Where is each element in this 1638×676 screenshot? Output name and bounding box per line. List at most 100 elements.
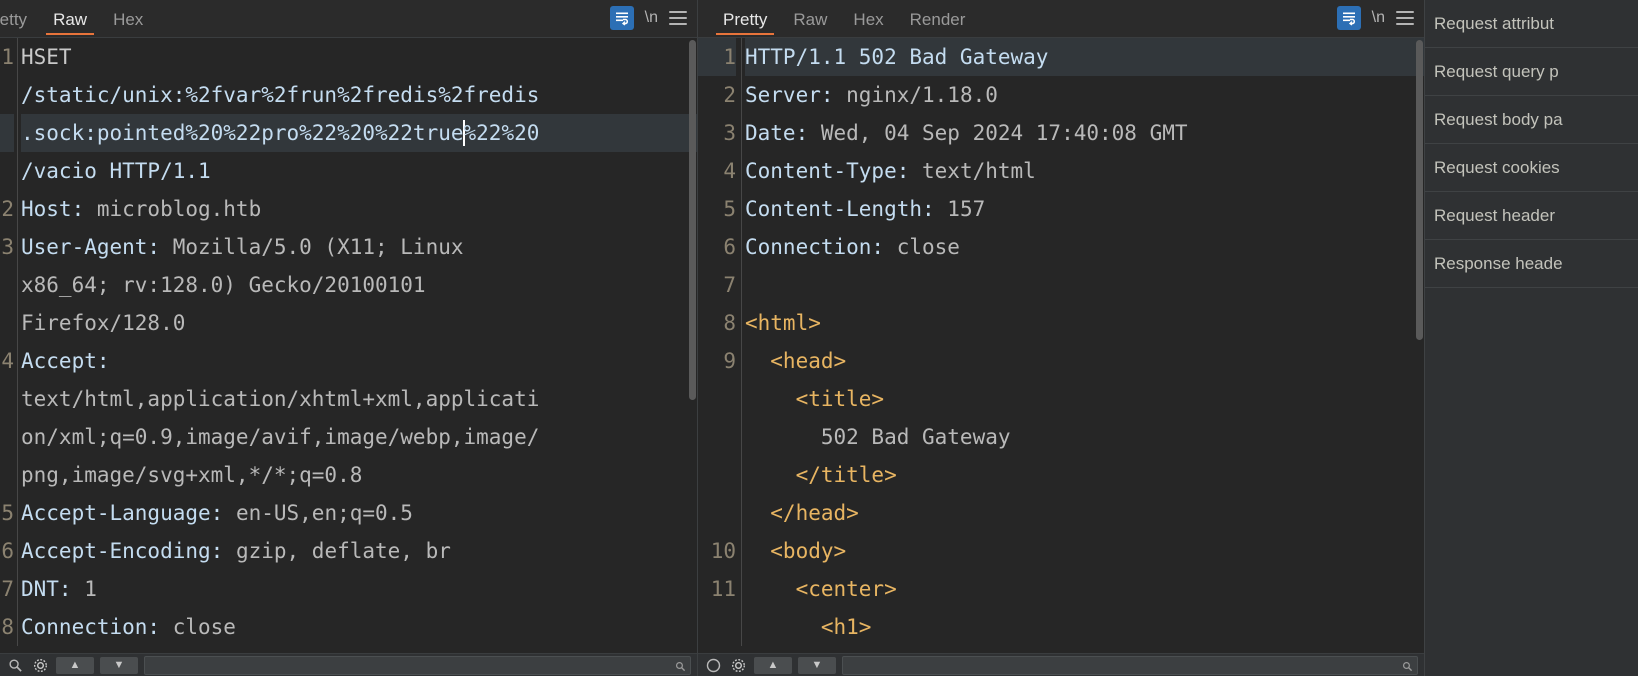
- request-line-numbers: 1 2 3 4 5 6 7 8: [0, 38, 17, 653]
- code-line[interactable]: Connection: close: [745, 228, 1424, 266]
- code-line[interactable]: .sock:pointed%20%22pro%22%20%22true%22%2…: [21, 114, 697, 152]
- search-next-button[interactable]: ▼: [798, 656, 836, 674]
- code-segment: User-Agent:: [21, 235, 173, 259]
- code-line[interactable]: 502 Bad Gateway: [745, 418, 1424, 456]
- search-input[interactable]: [144, 655, 691, 675]
- tab-pretty[interactable]: Pretty: [710, 11, 780, 37]
- code-line[interactable]: Firefox/128.0: [21, 304, 697, 342]
- line-number: [698, 418, 736, 456]
- line-number: 8: [723, 311, 736, 335]
- code-line[interactable]: <h1>: [745, 608, 1424, 646]
- code-line[interactable]: </head>: [745, 494, 1424, 532]
- code-segment: </title>: [745, 463, 897, 487]
- code-line[interactable]: <head>: [745, 342, 1424, 380]
- line-number: [0, 456, 14, 494]
- line-number: 5: [723, 197, 736, 221]
- search-prev-button[interactable]: ▲: [754, 656, 792, 674]
- inspector-section-request-body-parameters[interactable]: Request body pa: [1425, 96, 1638, 144]
- search-next-button[interactable]: ▼: [100, 656, 138, 674]
- request-vertical-scrollbar[interactable]: [688, 38, 697, 653]
- search-input[interactable]: [842, 655, 1418, 675]
- code-line[interactable]: /static/unix:%2fvar%2frun%2fredis%2fredi…: [21, 76, 697, 114]
- code-line[interactable]: text/html,application/xhtml+xml,applicat…: [21, 380, 697, 418]
- code-line[interactable]: Server: nginx/1.18.0: [745, 76, 1424, 114]
- response-tabstrip-actions: \n: [1336, 6, 1424, 37]
- tab-raw[interactable]: Raw: [780, 11, 840, 37]
- line-number: 6: [723, 235, 736, 259]
- code-line[interactable]: <body>: [745, 532, 1424, 570]
- gear-icon[interactable]: [729, 656, 748, 675]
- magnifier-icon[interactable]: [6, 656, 25, 675]
- response-tabstrip: Pretty Raw Hex Render \n: [698, 0, 1424, 38]
- code-line[interactable]: <html>: [745, 304, 1424, 342]
- code-segment: nginx/1.18.0: [846, 83, 998, 107]
- burp-message-editor: retty Raw Hex \n: [0, 0, 1638, 676]
- code-segment: </head>: [745, 501, 859, 525]
- code-line[interactable]: HSET: [21, 38, 697, 76]
- search-prev-button[interactable]: ▲: [56, 656, 94, 674]
- inspector-section-response-headers[interactable]: Response heade: [1425, 240, 1638, 288]
- response-code[interactable]: HTTP/1.1 502 Bad Gateway Server: nginx/1.…: [741, 38, 1424, 646]
- code-line[interactable]: Accept:: [21, 342, 697, 380]
- code-line[interactable]: Accept-Language: en-US,en;q=0.5: [21, 494, 697, 532]
- request-editor[interactable]: 1 2 3 4 5 6 7 8 HSET/static/unix:%2fvar%2fru…: [0, 38, 697, 653]
- request-search-bar: ▲ ▼: [0, 653, 697, 676]
- code-line[interactable]: Content-Length: 157: [745, 190, 1424, 228]
- line-number: 8: [1, 615, 14, 639]
- gear-icon[interactable]: [31, 656, 50, 675]
- code-segment: /vacio HTTP/1.1: [21, 159, 211, 183]
- code-line[interactable]: Connection: close: [21, 608, 697, 646]
- code-line[interactable]: <title>: [745, 380, 1424, 418]
- response-panel: Pretty Raw Hex Render \n 1 2 3 4 5 6 7 8…: [697, 0, 1424, 676]
- code-segment: Server:: [745, 83, 847, 107]
- code-line[interactable]: <center>: [745, 570, 1424, 608]
- code-segment: <html>: [745, 311, 821, 335]
- code-line[interactable]: Date: Wed, 04 Sep 2024 17:40:08 GMT: [745, 114, 1424, 152]
- code-segment: x86_64; rv:128.0) Gecko/20100101: [21, 273, 426, 297]
- hamburger-menu-icon[interactable]: [1396, 11, 1414, 25]
- newline-toggle[interactable]: \n: [1372, 9, 1385, 27]
- response-vertical-scrollbar[interactable]: [1415, 38, 1424, 653]
- tab-raw[interactable]: Raw: [40, 11, 100, 37]
- word-wrap-icon[interactable]: [609, 6, 634, 30]
- line-number: 4: [1, 349, 14, 373]
- word-wrap-icon[interactable]: [1336, 6, 1361, 30]
- newline-toggle[interactable]: \n: [645, 9, 658, 27]
- line-number: 1: [698, 38, 736, 76]
- code-line[interactable]: User-Agent: Mozilla/5.0 (X11; Linux: [21, 228, 697, 266]
- tab-hex[interactable]: Hex: [840, 11, 896, 37]
- request-code[interactable]: HSET/static/unix:%2fvar%2frun%2fredis%2f…: [17, 38, 697, 646]
- tab-hex[interactable]: Hex: [100, 11, 156, 37]
- code-line[interactable]: HTTP/1.1 502 Bad Gateway: [745, 38, 1424, 76]
- help-circle-icon[interactable]: [704, 656, 723, 675]
- tab-pretty[interactable]: retty: [0, 11, 40, 37]
- inspector-section-request-headers[interactable]: Request header: [1425, 192, 1638, 240]
- code-line[interactable]: /vacio HTTP/1.1: [21, 152, 697, 190]
- hamburger-menu-icon[interactable]: [669, 11, 687, 25]
- inspector-section-request-query-parameters[interactable]: Request query p: [1425, 48, 1638, 96]
- code-line[interactable]: Accept-Encoding: gzip, deflate, br: [21, 532, 697, 570]
- code-segment: Accept:: [21, 349, 110, 373]
- code-segment: text/html: [922, 159, 1036, 183]
- code-line[interactable]: Host: microblog.htb: [21, 190, 697, 228]
- code-segment: Host:: [21, 197, 97, 221]
- code-segment: Mozilla/5.0 (X11; Linux: [172, 235, 464, 259]
- request-code-area[interactable]: HSET/static/unix:%2fvar%2frun%2fredis%2f…: [17, 38, 697, 653]
- tab-render[interactable]: Render: [897, 11, 979, 37]
- code-line[interactable]: x86_64; rv:128.0) Gecko/20100101: [21, 266, 697, 304]
- code-line[interactable]: on/xml;q=0.9,image/avif,image/webp,image…: [21, 418, 697, 456]
- response-editor[interactable]: 1 2 3 4 5 6 7 8 9 10 11 HTTP/1.1 502 Bad Gateway S…: [698, 38, 1424, 653]
- code-segment: <center>: [745, 577, 897, 601]
- code-line[interactable]: png,image/svg+xml,*/*;q=0.8: [21, 456, 697, 494]
- code-segment: <h1>: [745, 615, 872, 639]
- code-line[interactable]: </title>: [745, 456, 1424, 494]
- inspector-section-request-cookies[interactable]: Request cookies: [1425, 144, 1638, 192]
- code-segment: Date:: [745, 121, 821, 145]
- code-segment: DNT:: [21, 577, 85, 601]
- response-code-area[interactable]: HTTP/1.1 502 Bad Gateway Server: nginx/1.…: [741, 38, 1424, 653]
- code-line[interactable]: [745, 266, 1424, 304]
- code-line[interactable]: Content-Type: text/html: [745, 152, 1424, 190]
- line-number: [0, 76, 14, 114]
- code-line[interactable]: DNT: 1: [21, 570, 697, 608]
- inspector-section-request-attributes[interactable]: Request attribut: [1425, 0, 1638, 48]
